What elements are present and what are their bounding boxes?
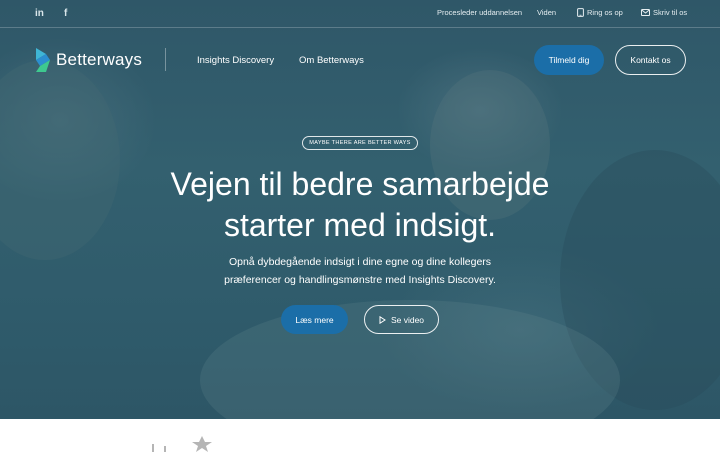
top-link-viden[interactable]: Viden [537,8,556,17]
top-link-label: Skriv til os [653,8,688,17]
contact-button[interactable]: Kontakt os [615,45,686,75]
top-link-mail[interactable]: Skriv til os [641,8,687,17]
read-more-button[interactable]: Læs mere [281,305,348,334]
top-link-call[interactable]: Ring os op [577,8,623,17]
partial-logo-strip [150,436,220,457]
linkedin-icon[interactable]: in [35,8,44,19]
background-person-left [0,60,120,260]
phone-icon [577,8,584,17]
play-icon [379,315,386,324]
read-more-label: Læs mere [295,314,334,325]
hero-section: in f Procesleder uddannelsen Viden Ring … [0,0,720,419]
mail-icon [641,9,650,16]
top-link-label: Procesleder uddannelsen [437,8,523,17]
hero-subtitle-line2: præferencer og handlingsmønstre med Insi… [224,274,496,286]
hero-headline-line2: starter med indsigt. [223,207,497,243]
top-link-label: Viden [537,8,557,17]
top-link-label: Ring os op [587,8,623,17]
logo[interactable]: Betterways [34,48,142,72]
hero-headline-line1: Vejen til bedre samarbejde [170,166,550,202]
nav-om-betterways[interactable]: Om Betterways [299,55,364,66]
logo-text: Betterways [56,50,143,69]
hero-headline: Vejen til bedre samarbejde starter med i… [110,164,610,246]
contact-button-label: Kontakt os [630,55,671,65]
signup-button-label: Tilmeld dig [548,55,590,65]
facebook-icon[interactable]: f [64,8,67,19]
nav-insights-discovery[interactable]: Insights Discovery [197,55,274,66]
header-divider [165,48,166,71]
hero-subtitle: Opnå dybdegående indsigt i dine egne og … [160,253,560,289]
signup-button[interactable]: Tilmeld dig [534,45,604,75]
betterways-logo-icon [36,48,50,72]
top-bar: in f Procesleder uddannelsen Viden Ring … [0,0,720,28]
hero-badge: MAYBE THERE ARE BETTER WAYS [302,136,418,150]
video-button[interactable]: Se video [364,305,439,334]
hero-subtitle-line1: Opnå dybdegående indsigt i dine egne og … [228,256,492,268]
top-link-procesleder[interactable]: Procesleder uddannelsen [437,8,522,17]
video-button-label: Se video [390,314,425,325]
